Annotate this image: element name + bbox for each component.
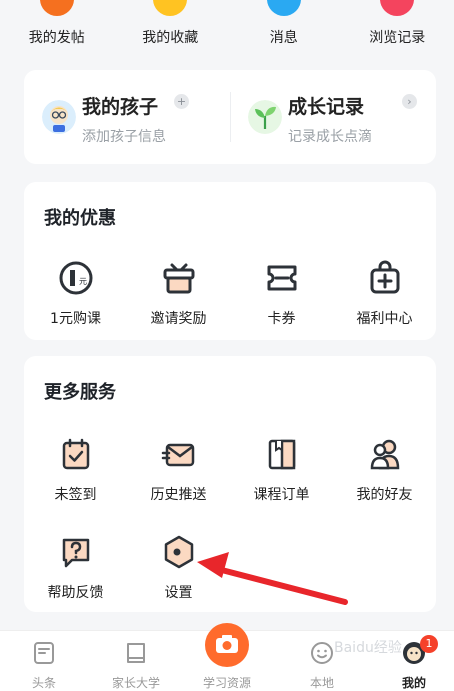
- my-child-entry[interactable]: 我的孩子 + 添加孩子信息: [24, 70, 230, 164]
- sprout-icon: [248, 100, 282, 134]
- growth-record-entry[interactable]: 成长记录 › 记录成长点滴: [230, 70, 436, 164]
- growth-record-subtitle: 记录成长点滴: [288, 129, 372, 145]
- growth-record-title: 成长记录: [288, 96, 365, 118]
- my-friends-button[interactable]: 我的好友: [333, 436, 436, 516]
- my-posts-shortcut[interactable]: 我的发帖: [0, 0, 114, 52]
- help-feedback-button[interactable]: 帮助反馈: [24, 534, 127, 614]
- chevron-right-icon: ›: [402, 94, 417, 109]
- shortcut-row: 我的发帖 我的收藏 消息 浏览记录: [0, 0, 454, 52]
- gift-box-icon: [163, 263, 194, 294]
- grid-label: 设置: [164, 585, 193, 601]
- history-shortcut[interactable]: 浏览记录: [341, 0, 454, 52]
- shortcut-label: 我的收藏: [142, 30, 199, 46]
- message-icon: [266, 0, 301, 16]
- camera-button[interactable]: [205, 623, 249, 667]
- settings-hexagon-icon: [164, 535, 193, 569]
- course-orders-button[interactable]: 课程订单: [230, 436, 333, 516]
- shortcut-label: 浏览记录: [369, 30, 426, 46]
- tab-label: 家长大学: [111, 676, 160, 690]
- tab-label: 学习资源: [202, 676, 251, 690]
- shortcut-label: 消息: [269, 30, 298, 46]
- profile-page: 我的发帖 我的收藏 消息 浏览记录 我的孩子 + 添加孩子信息 成长记录 › 记…: [0, 0, 454, 691]
- tab-parent-university[interactable]: 家长大学: [96, 631, 176, 691]
- grid-label: 福利中心: [356, 311, 413, 327]
- my-favorites-shortcut[interactable]: 我的收藏: [114, 0, 228, 52]
- grid-label: 邀请奖励: [150, 311, 207, 327]
- tab-label: 本地: [309, 676, 334, 690]
- calendar-check-icon: [62, 438, 89, 470]
- grid-label: 未签到: [54, 487, 97, 503]
- add-child-icon[interactable]: +: [174, 94, 189, 109]
- bottom-tab-bar: 头条 家长大学 学习资源 本地 1 我的 Baidu经验: [0, 623, 454, 691]
- grid-label: 卡券: [267, 311, 296, 327]
- tab-label: 我的: [401, 676, 426, 690]
- envelope-icon: [161, 443, 194, 467]
- tab-label: 头条: [31, 676, 56, 690]
- watermark: Baidu经验: [334, 640, 402, 656]
- my-child-subtitle: 添加孩子信息: [82, 129, 166, 145]
- push-history-button[interactable]: 历史推送: [127, 436, 230, 516]
- grid-label: 课程订单: [253, 487, 310, 503]
- book-stack-icon: [127, 643, 145, 663]
- headline-icon: [34, 642, 54, 664]
- bag-plus-icon: [370, 260, 399, 294]
- messages-shortcut[interactable]: 消息: [227, 0, 341, 52]
- book-icon: [268, 439, 295, 470]
- settings-button[interactable]: 设置: [127, 534, 230, 614]
- one-yuan-course-button[interactable]: 元 1元购课: [24, 260, 127, 340]
- friends-icon: [370, 439, 399, 470]
- notification-badge: 1: [420, 635, 438, 653]
- star-icon: [153, 0, 188, 16]
- grid-label: 帮助反馈: [47, 585, 104, 601]
- smile-icon: [311, 642, 333, 664]
- camera-icon: [216, 635, 238, 653]
- svg-text:元: 元: [79, 277, 87, 286]
- invite-reward-button[interactable]: 邀请奖励: [127, 260, 230, 340]
- card-coupons-button[interactable]: 卡券: [230, 260, 333, 340]
- more-services-card: 更多服务 未签到 历史推送 课程订单 我的好友 帮助反馈 设置: [24, 356, 436, 612]
- tab-headlines[interactable]: 头条: [4, 631, 84, 691]
- kids-card: 我的孩子 + 添加孩子信息 成长记录 › 记录成长点滴: [24, 70, 436, 164]
- tab-learning-resources[interactable]: 学习资源: [187, 623, 267, 691]
- post-icon: [39, 0, 74, 16]
- my-child-title: 我的孩子: [82, 96, 159, 118]
- child-avatar-icon: [42, 100, 76, 134]
- ticket-icon: [267, 265, 296, 291]
- one-yuan-icon: 元: [59, 261, 92, 295]
- history-icon: [380, 0, 415, 16]
- grid-label: 我的好友: [356, 487, 413, 503]
- welfare-center-button[interactable]: 福利中心: [333, 260, 436, 340]
- help-bubble-icon: [62, 538, 89, 568]
- grid-label: 1元购课: [50, 311, 101, 327]
- section-title: 我的优惠: [44, 208, 116, 229]
- section-title: 更多服务: [44, 382, 116, 403]
- my-discounts-card: 我的优惠 元 1元购课 邀请奖励 卡券 福利中心: [24, 182, 436, 340]
- shortcut-label: 我的发帖: [28, 30, 85, 46]
- grid-label: 历史推送: [150, 487, 207, 503]
- sign-in-button[interactable]: 未签到: [24, 436, 127, 516]
